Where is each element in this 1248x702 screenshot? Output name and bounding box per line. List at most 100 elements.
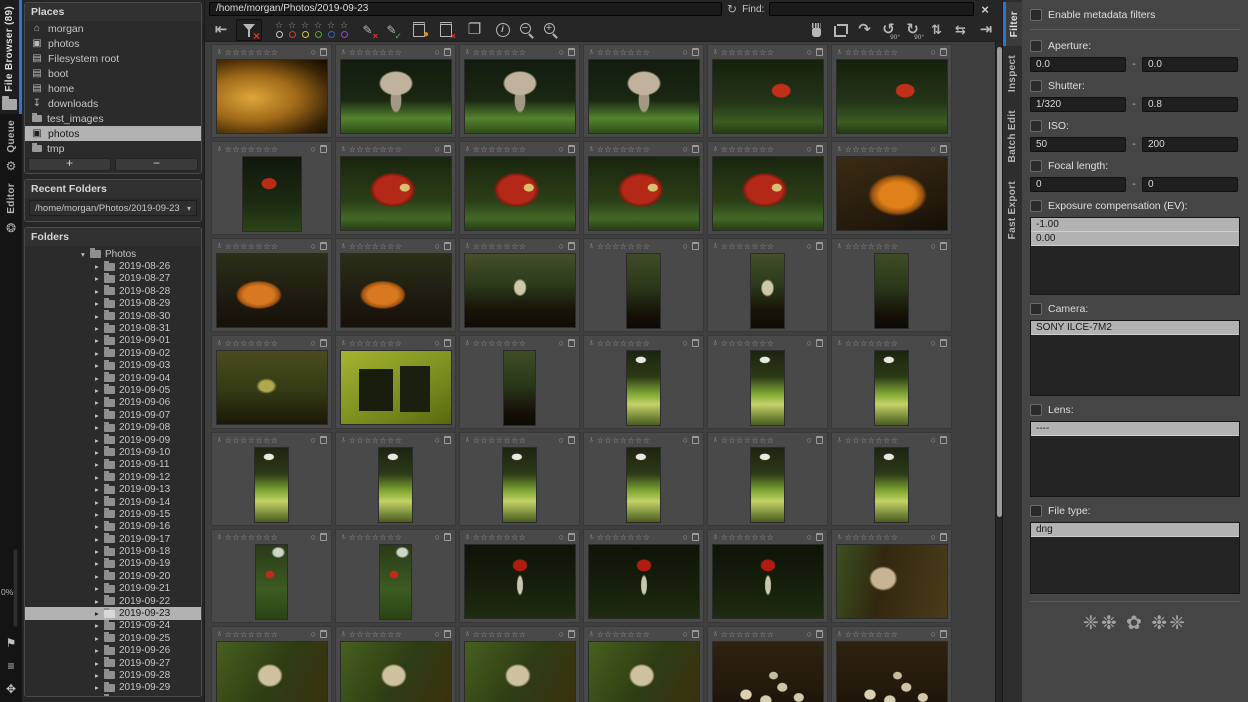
star-icon[interactable]: ☆ bbox=[395, 339, 403, 348]
star-filter-icon[interactable]: ☆ bbox=[275, 21, 283, 30]
star-icon[interactable]: ☆ bbox=[349, 242, 357, 251]
folder-item-2019-09-02[interactable]: ▸2019-09-02 bbox=[25, 347, 201, 359]
star-icon[interactable]: ☆ bbox=[263, 436, 271, 445]
star-icon[interactable]: ☆ bbox=[349, 339, 357, 348]
trash-icon[interactable] bbox=[444, 339, 451, 347]
star-icon[interactable]: ☆ bbox=[845, 145, 853, 154]
color-label-filter-icon[interactable] bbox=[289, 31, 296, 38]
star-icon[interactable]: ☆ bbox=[852, 436, 860, 445]
star-icon[interactable]: ☆ bbox=[263, 339, 271, 348]
star-icon[interactable]: ☆ bbox=[225, 145, 233, 154]
star-icon[interactable]: ☆ bbox=[759, 533, 767, 542]
star-icon[interactable]: ☆ bbox=[503, 242, 511, 251]
color-label-icon[interactable]: ○ bbox=[683, 532, 688, 542]
star-icon[interactable]: ☆ bbox=[248, 630, 256, 639]
place-item-morgan[interactable]: ⌂morgan bbox=[25, 21, 201, 36]
trash-search-icon[interactable]: ● bbox=[408, 19, 429, 41]
thumbnail-image[interactable] bbox=[464, 544, 576, 619]
color-label-icon[interactable]: ○ bbox=[311, 435, 316, 445]
folder-item-2019-09-15[interactable]: ▸2019-09-15 bbox=[25, 508, 201, 520]
thumbnail-image[interactable] bbox=[378, 447, 413, 523]
file-type-list[interactable]: dng bbox=[1030, 522, 1240, 594]
star-icon[interactable]: ☆ bbox=[767, 436, 775, 445]
star-icon[interactable]: ☆ bbox=[263, 145, 271, 154]
exposure-compensation-ev-list[interactable]: -1.000.00 bbox=[1030, 217, 1240, 295]
thumbnail[interactable]: ♂☆☆☆☆☆☆☆○ bbox=[707, 432, 828, 526]
star-icon[interactable]: ☆ bbox=[620, 436, 628, 445]
place-item-photos[interactable]: ▣photos bbox=[25, 36, 201, 51]
star-icon[interactable]: ☆ bbox=[248, 533, 256, 542]
thumbnail-image[interactable] bbox=[712, 156, 824, 231]
thumbnail[interactable]: ♂☆☆☆☆☆☆☆○ bbox=[583, 44, 704, 138]
star-icon[interactable]: ☆ bbox=[767, 533, 775, 542]
star-icon[interactable]: ☆ bbox=[372, 533, 380, 542]
trash-icon[interactable] bbox=[444, 630, 451, 638]
color-label-filter-icon[interactable] bbox=[302, 31, 309, 38]
color-label-icon[interactable]: ○ bbox=[311, 338, 316, 348]
star-icon[interactable]: ☆ bbox=[597, 339, 605, 348]
trash-icon[interactable] bbox=[816, 630, 823, 638]
star-icon[interactable]: ☆ bbox=[519, 533, 527, 542]
star-icon[interactable]: ☆ bbox=[364, 242, 372, 251]
thumbnail-image[interactable] bbox=[216, 350, 328, 425]
chevron-collapsed-icon[interactable]: ▸ bbox=[95, 262, 104, 271]
folder-item-2019-09-06[interactable]: ▸2019-09-06 bbox=[25, 397, 201, 409]
unedited-icon[interactable]: ✎× bbox=[357, 19, 378, 41]
file-type-checkbox[interactable] bbox=[1030, 505, 1042, 517]
place-item-filesystem-root[interactable]: ▤Filesystem root bbox=[25, 51, 201, 66]
tab-inspect[interactable]: Inspect bbox=[1003, 46, 1022, 101]
rotate-right-icon[interactable]: ↻90° bbox=[902, 19, 923, 41]
star-filter-icon[interactable]: ☆ bbox=[314, 21, 322, 30]
star-icon[interactable]: ☆ bbox=[271, 242, 279, 251]
star-icon[interactable]: ☆ bbox=[473, 630, 481, 639]
star-icon[interactable]: ☆ bbox=[627, 436, 635, 445]
star-icon[interactable]: ☆ bbox=[232, 339, 240, 348]
star-icon[interactable]: ☆ bbox=[379, 630, 387, 639]
star-icon[interactable]: ☆ bbox=[511, 48, 519, 57]
chevron-collapsed-icon[interactable]: ▸ bbox=[95, 473, 104, 482]
star-icon[interactable]: ☆ bbox=[496, 145, 504, 154]
star-icon[interactable]: ☆ bbox=[612, 533, 620, 542]
thumbnail[interactable]: ♂☆☆☆☆☆☆☆○ bbox=[583, 529, 704, 623]
star-icon[interactable]: ☆ bbox=[496, 630, 504, 639]
star-filter-icon[interactable]: ☆ bbox=[327, 21, 335, 30]
thumbnail[interactable]: ♂☆☆☆☆☆☆☆○ bbox=[459, 141, 580, 235]
chevron-collapsed-icon[interactable]: ▸ bbox=[95, 287, 104, 296]
chevron-collapsed-icon[interactable]: ▸ bbox=[95, 535, 104, 544]
chevron-expanded-icon[interactable]: ▾ bbox=[81, 250, 90, 259]
star-icon[interactable]: ☆ bbox=[604, 339, 612, 348]
color-label-icon[interactable]: ○ bbox=[931, 144, 936, 154]
star-icon[interactable]: ☆ bbox=[728, 533, 736, 542]
trash-icon[interactable] bbox=[568, 339, 575, 347]
chevron-collapsed-icon[interactable]: ▸ bbox=[95, 436, 104, 445]
thumbnail-image[interactable] bbox=[464, 59, 576, 134]
star-icon[interactable]: ☆ bbox=[860, 242, 868, 251]
star-icon[interactable]: ☆ bbox=[860, 48, 868, 57]
color-label-icon[interactable]: ○ bbox=[311, 47, 316, 57]
thumbnail-image[interactable] bbox=[503, 350, 536, 426]
star-icon[interactable]: ☆ bbox=[503, 145, 511, 154]
star-icon[interactable]: ☆ bbox=[480, 242, 488, 251]
aperture-checkbox[interactable] bbox=[1030, 40, 1042, 52]
chevron-collapsed-icon[interactable]: ▸ bbox=[95, 386, 104, 395]
aperture-to-input[interactable]: 0.0 bbox=[1142, 57, 1238, 72]
trash-icon[interactable] bbox=[444, 145, 451, 153]
star-icon[interactable]: ☆ bbox=[635, 436, 643, 445]
chevron-collapsed-icon[interactable]: ▸ bbox=[95, 336, 104, 345]
folder-item-2019-09-09[interactable]: ▸2019-09-09 bbox=[25, 434, 201, 446]
folder-item-2019-08-27[interactable]: ▸2019-08-27 bbox=[25, 273, 201, 285]
star-icon[interactable]: ☆ bbox=[503, 630, 511, 639]
star-icon[interactable]: ☆ bbox=[891, 48, 899, 57]
thumbnail-image[interactable] bbox=[464, 253, 576, 328]
trash-icon[interactable] bbox=[816, 533, 823, 541]
star-icon[interactable]: ☆ bbox=[379, 242, 387, 251]
thumbnail[interactable]: ♂☆☆☆☆☆☆☆○ bbox=[831, 626, 952, 702]
star-icon[interactable]: ☆ bbox=[620, 533, 628, 542]
color-label-icon[interactable]: ○ bbox=[311, 629, 316, 639]
folder-item-2019-09-12[interactable]: ▸2019-09-12 bbox=[25, 471, 201, 483]
star-icon[interactable]: ☆ bbox=[891, 630, 899, 639]
star-icon[interactable]: ☆ bbox=[736, 533, 744, 542]
color-label-icon[interactable]: ○ bbox=[807, 435, 812, 445]
star-icon[interactable]: ☆ bbox=[225, 242, 233, 251]
star-icon[interactable]: ☆ bbox=[612, 48, 620, 57]
